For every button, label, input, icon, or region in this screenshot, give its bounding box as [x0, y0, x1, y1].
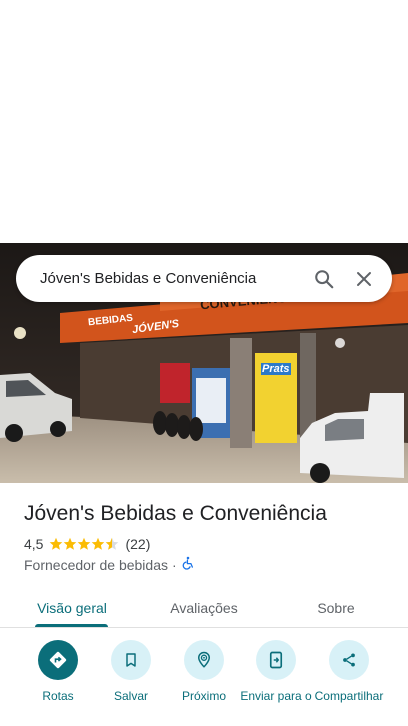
wheelchair-accessible-icon	[181, 556, 195, 573]
nearby-label: Próximo	[181, 689, 226, 703]
nearby-icon	[184, 640, 224, 680]
nearby-button[interactable]: Próximo	[168, 640, 240, 703]
search-bar[interactable]: Jóven's Bebidas e Conveniência	[16, 255, 392, 302]
share-button[interactable]: Compartilhar	[313, 640, 385, 703]
share-label: Compartilhar	[314, 689, 384, 703]
star-rating	[49, 537, 119, 551]
tab-avaliacoes[interactable]: Avaliações	[156, 588, 252, 628]
directions-button[interactable]: Rotas	[22, 640, 94, 703]
action-bar: Rotas Salvar Próximo Enviar para o Compa…	[0, 640, 408, 726]
search-query[interactable]: Jóven's Bebidas e Conveniência	[16, 270, 304, 287]
reviews-count[interactable]: (22)	[125, 536, 150, 552]
directions-icon	[38, 640, 78, 680]
close-icon[interactable]	[344, 259, 384, 299]
send-to-phone-label: Enviar para o	[240, 689, 312, 703]
stars-icon	[50, 537, 119, 550]
search-icon[interactable]	[304, 259, 344, 299]
directions-label: Rotas	[42, 689, 74, 703]
rating-row[interactable]: 4,5 (22)	[24, 536, 150, 552]
category-row: Fornecedor de bebidas ·	[24, 556, 195, 573]
separator-dot: ·	[172, 556, 177, 573]
share-icon	[329, 640, 369, 680]
place-category: Fornecedor de bebidas	[24, 556, 168, 573]
save-label: Salvar	[113, 689, 148, 703]
active-tab-indicator	[35, 624, 108, 627]
map-area[interactable]	[0, 0, 408, 243]
tab-bar: Visão geral Avaliações Sobre	[0, 588, 408, 628]
rating-value: 4,5	[24, 536, 44, 552]
send-to-phone-icon	[256, 640, 296, 680]
tab-sobre[interactable]: Sobre	[298, 588, 374, 628]
tab-visao-geral[interactable]: Visão geral	[24, 588, 120, 628]
place-title: Jóven's Bebidas e Conveniência	[24, 502, 327, 525]
bookmark-icon	[111, 640, 151, 680]
poster-prats: Prats	[262, 363, 290, 375]
save-button[interactable]: Salvar	[95, 640, 167, 703]
send-to-phone-button[interactable]: Enviar para o	[240, 640, 312, 703]
